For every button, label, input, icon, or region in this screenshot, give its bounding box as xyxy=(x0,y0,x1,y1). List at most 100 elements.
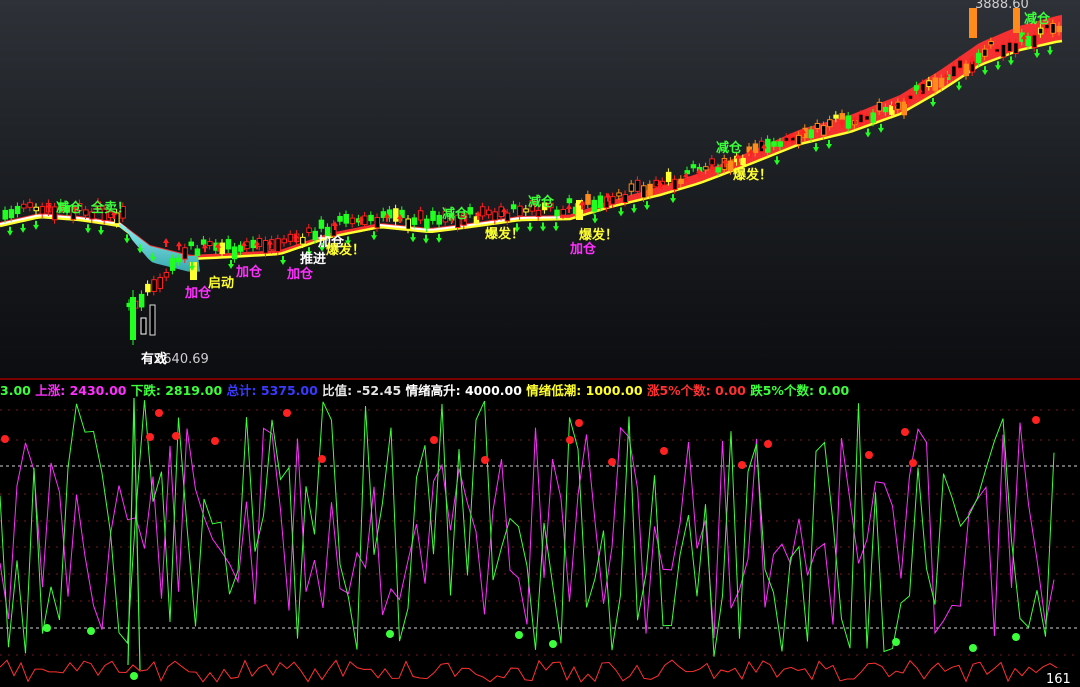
low-mood-dot xyxy=(87,627,95,635)
candle-body xyxy=(374,216,380,229)
candle-body xyxy=(839,113,845,120)
signal-reduce-3: 减仓 xyxy=(528,195,555,210)
high-mood-dot xyxy=(211,437,219,445)
up5-count-line xyxy=(0,659,1058,683)
signal-arrow xyxy=(410,233,416,243)
candle-body xyxy=(343,213,349,224)
chart-svg xyxy=(0,8,1080,683)
candle-body xyxy=(424,218,430,229)
candle-body xyxy=(951,65,957,78)
candle-body xyxy=(610,196,616,205)
low-mood-dot xyxy=(969,644,977,652)
high-mood-dot xyxy=(865,451,873,459)
candle-body xyxy=(27,202,33,208)
high-mood-dot xyxy=(608,458,616,466)
candle-body xyxy=(715,167,721,173)
candle-body xyxy=(1037,27,1044,35)
candle-body xyxy=(833,114,839,119)
signal-add-2: 加仓 xyxy=(236,265,263,280)
candle-body xyxy=(368,214,374,222)
candle-body xyxy=(225,239,232,250)
candle-body xyxy=(231,246,238,260)
candle-body xyxy=(1013,42,1019,55)
high-mood-dot xyxy=(155,409,163,417)
candle-body xyxy=(672,178,678,191)
candle-body xyxy=(467,207,473,215)
signal-start: 启动 xyxy=(208,276,235,291)
candle-body xyxy=(188,241,194,247)
candle-body xyxy=(219,242,225,254)
signal-arrow xyxy=(280,255,286,265)
high-mood-dot xyxy=(901,428,909,436)
candle-body xyxy=(870,112,876,123)
stat-total: 总计: 5375.00 xyxy=(226,383,318,398)
candle-body xyxy=(411,217,418,225)
candle-body xyxy=(287,233,294,242)
indicator-dots xyxy=(1,409,1040,680)
candle-body xyxy=(808,129,814,139)
candle-body xyxy=(1000,44,1007,58)
signal-arrow xyxy=(7,226,13,236)
high-mood-dot xyxy=(738,461,746,469)
candle-body xyxy=(8,209,15,219)
candle-body xyxy=(820,125,827,136)
corner-value: 161 xyxy=(1046,672,1071,687)
indicator-stats: 3.00 上涨: 2430.00 下跌: 2819.00 总计: 5375.00… xyxy=(0,380,850,398)
high-mood-dot xyxy=(764,440,772,448)
high-mood-dot xyxy=(146,433,154,441)
high-mood-dot xyxy=(430,436,438,444)
candle-body xyxy=(678,178,684,185)
low-mood-dot xyxy=(386,630,394,638)
low-mood-dot xyxy=(43,624,51,632)
recovery-candle xyxy=(140,317,147,335)
candle-body xyxy=(560,208,566,216)
low-mood-dot xyxy=(892,638,900,646)
stat-down5: 跌5%个数: 0.00 xyxy=(750,383,850,398)
signal-arrow xyxy=(644,201,650,211)
candles xyxy=(2,8,1062,345)
high-mood-dot xyxy=(172,432,180,440)
candle-body xyxy=(1025,36,1031,47)
signal-arrow xyxy=(566,204,572,214)
candle-body xyxy=(653,179,659,188)
signal-arrow xyxy=(670,194,676,204)
signal-arrow xyxy=(774,156,780,166)
candle-body xyxy=(2,209,8,220)
signal-arrow xyxy=(1034,49,1040,59)
high-mood-dot xyxy=(575,419,583,427)
candle-body xyxy=(926,80,932,88)
candle-body xyxy=(554,209,560,217)
signal-reduce-5: 减仓 xyxy=(1024,12,1051,27)
candle-body xyxy=(182,247,188,260)
signal-arrow xyxy=(124,234,130,244)
candle-body xyxy=(430,210,436,221)
signal-arrow xyxy=(20,223,26,233)
signal-push: 推进 xyxy=(300,252,327,267)
candle-body xyxy=(169,258,176,271)
candle-body xyxy=(138,293,145,308)
stat-up: 上涨: 2430.00 xyxy=(35,383,127,398)
candle-body xyxy=(771,141,777,147)
signal-arrow xyxy=(423,234,429,244)
candle-body xyxy=(641,185,647,199)
stat-mood-low: 情绪低潮: 1000.00 xyxy=(526,383,643,398)
candle-body xyxy=(417,210,424,221)
signal-arrow xyxy=(592,214,598,224)
signal-arrow xyxy=(85,224,91,234)
candle-body xyxy=(622,194,628,204)
candle-body xyxy=(33,206,39,212)
candle-body xyxy=(262,239,269,254)
peak-candle xyxy=(969,8,977,38)
candle-body xyxy=(535,209,542,218)
signal-arrow xyxy=(33,220,39,230)
signal-arrow xyxy=(540,222,546,232)
candle-body xyxy=(616,192,622,197)
trend-band xyxy=(0,14,1063,272)
signal-reduce-2: 减仓 xyxy=(442,207,469,222)
candle-body xyxy=(975,52,982,63)
candle-body xyxy=(845,115,852,129)
signal-arrow xyxy=(813,143,819,153)
signal-arrow xyxy=(228,259,234,269)
candle-body xyxy=(1056,25,1062,33)
candle-body xyxy=(39,206,46,215)
